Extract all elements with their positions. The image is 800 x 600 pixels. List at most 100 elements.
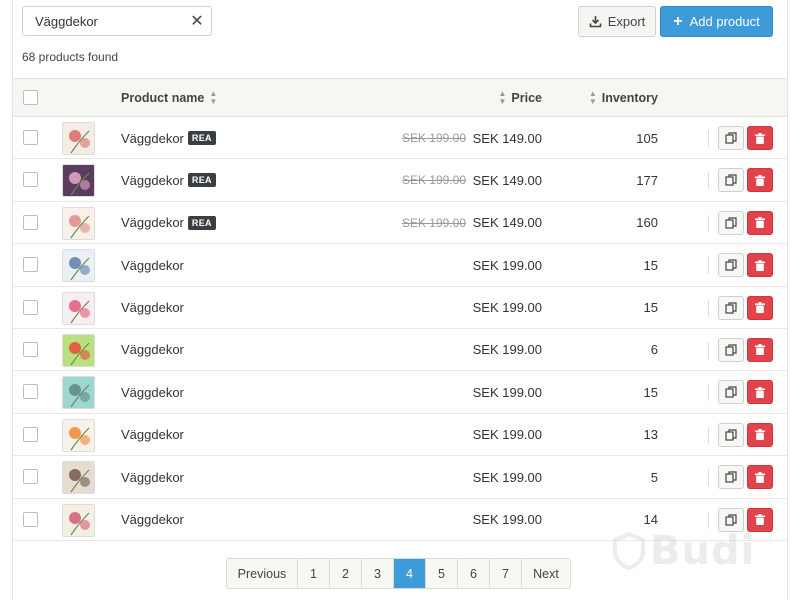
- pagination-page[interactable]: 2: [330, 559, 362, 588]
- duplicate-button[interactable]: [718, 168, 744, 193]
- search-input[interactable]: Väggdekor: [23, 14, 183, 29]
- delete-button[interactable]: [747, 253, 773, 278]
- row-checkbox[interactable]: [23, 341, 38, 357]
- duplicate-button[interactable]: [718, 295, 744, 320]
- sort-icon: ▲ ▼: [209, 89, 218, 106]
- trash-icon: [755, 429, 765, 441]
- product-name[interactable]: Väggdekor: [121, 414, 184, 456]
- duplicate-button[interactable]: [718, 337, 744, 362]
- row-checkbox[interactable]: [23, 257, 38, 273]
- header-product-name[interactable]: Product name ▲ ▼: [121, 79, 217, 117]
- product-thumbnail[interactable]: [62, 333, 95, 367]
- action-divider: [708, 214, 709, 232]
- copy-icon: [725, 301, 737, 314]
- pagination-page[interactable]: 4: [394, 559, 426, 588]
- products-table: Product name ▲ ▼ ▲ ▼ Price ▲ ▼ Inventory Vä…: [13, 78, 787, 541]
- copy-icon: [725, 386, 737, 398]
- product-name[interactable]: Väggdekor: [121, 371, 184, 413]
- product-thumbnail[interactable]: [62, 249, 95, 283]
- add-product-button[interactable]: + Add product: [660, 6, 773, 37]
- copy-icon: [725, 429, 737, 441]
- product-thumbnail[interactable]: [62, 418, 95, 452]
- pagination-page[interactable]: 3: [362, 559, 394, 588]
- product-price: SEK 199.00: [472, 469, 542, 485]
- row-checkbox[interactable]: [23, 469, 38, 485]
- duplicate-button[interactable]: [718, 210, 744, 235]
- product-price: SEK 149.00: [472, 215, 542, 231]
- product-inventory: 13: [643, 427, 658, 443]
- product-name[interactable]: Väggdekor: [121, 244, 184, 286]
- copy-icon: [725, 471, 737, 483]
- close-icon[interactable]: ✕: [183, 7, 211, 35]
- row-checkbox[interactable]: [23, 214, 38, 230]
- trash-icon: [755, 174, 765, 186]
- export-label: Export: [607, 14, 646, 29]
- header-price[interactable]: ▲ ▼ Price: [498, 79, 542, 117]
- product-price: SEK 199.00: [472, 427, 542, 443]
- pagination-page[interactable]: 7: [490, 559, 522, 588]
- pagination-previous[interactable]: Previous: [227, 559, 298, 588]
- select-all-checkbox[interactable]: [23, 90, 38, 105]
- delete-button[interactable]: [747, 337, 773, 362]
- product-price: SEK 199.00: [472, 300, 542, 316]
- pagination: Previous 1 2 3 4 5 6 7 Next: [226, 558, 571, 589]
- delete-button[interactable]: [747, 168, 773, 193]
- copy-icon: [725, 513, 737, 526]
- row-checkbox[interactable]: [23, 299, 38, 315]
- delete-button[interactable]: [747, 295, 773, 320]
- duplicate-button[interactable]: [718, 465, 744, 490]
- delete-button[interactable]: [747, 422, 773, 447]
- product-name[interactable]: Väggdekor REA: [121, 202, 216, 244]
- product-inventory: 6: [650, 342, 658, 358]
- row-checkbox[interactable]: [23, 426, 38, 442]
- product-name[interactable]: Väggdekor: [121, 499, 184, 541]
- trash-icon: [755, 132, 765, 144]
- product-inventory: 160: [636, 215, 658, 231]
- pagination-page[interactable]: 1: [298, 559, 330, 588]
- copy-icon: [725, 344, 737, 356]
- table-row: Väggdekor SEK 199.00 6: [13, 329, 787, 372]
- trash-icon: [755, 302, 765, 314]
- delete-button[interactable]: [747, 380, 773, 405]
- search-field[interactable]: Väggdekor ✕: [22, 6, 212, 36]
- row-checkbox[interactable]: [23, 511, 38, 527]
- duplicate-button[interactable]: [718, 422, 744, 447]
- product-thumbnail[interactable]: [62, 461, 95, 495]
- pagination-page[interactable]: 5: [426, 559, 458, 588]
- original-price: SEK 199.00: [401, 173, 466, 188]
- duplicate-button[interactable]: [718, 253, 744, 278]
- copy-icon: [725, 259, 737, 271]
- product-name[interactable]: Väggdekor REA: [121, 117, 216, 159]
- row-checkbox[interactable]: [23, 384, 38, 400]
- action-divider: [708, 384, 709, 402]
- delete-button[interactable]: [747, 210, 773, 235]
- pagination-page[interactable]: 6: [458, 559, 490, 588]
- delete-button[interactable]: [747, 465, 773, 490]
- action-divider: [708, 130, 709, 147]
- product-name[interactable]: Väggdekor REA: [121, 159, 216, 201]
- table-row: Väggdekor REA SEK 199.00 SEK 149.00 105: [13, 117, 787, 160]
- delete-button[interactable]: [747, 126, 773, 150]
- product-name[interactable]: Väggdekor: [121, 456, 184, 498]
- duplicate-button[interactable]: [718, 126, 744, 150]
- product-thumbnail[interactable]: [62, 122, 95, 155]
- product-thumbnail[interactable]: [62, 206, 95, 240]
- product-thumbnail[interactable]: [62, 376, 95, 410]
- product-name[interactable]: Väggdekor: [121, 329, 184, 371]
- export-button[interactable]: Export: [578, 6, 656, 37]
- product-thumbnail[interactable]: [62, 164, 95, 198]
- table-row: Väggdekor SEK 199.00 5: [13, 456, 787, 499]
- pagination-next[interactable]: Next: [522, 559, 570, 588]
- product-price: SEK 199.00: [472, 384, 542, 400]
- table-row: Väggdekor SEK 199.00 15: [13, 287, 787, 329]
- action-divider: [708, 341, 709, 359]
- product-thumbnail[interactable]: [62, 503, 95, 537]
- header-inventory[interactable]: ▲ ▼ Inventory: [589, 79, 658, 117]
- product-thumbnail[interactable]: [62, 291, 95, 325]
- row-checkbox[interactable]: [23, 130, 38, 145]
- product-name[interactable]: Väggdekor: [121, 287, 184, 329]
- duplicate-button[interactable]: [718, 380, 744, 405]
- row-checkbox[interactable]: [23, 172, 38, 188]
- product-price: SEK 199.00: [472, 257, 542, 273]
- add-product-label: Add product: [689, 14, 760, 29]
